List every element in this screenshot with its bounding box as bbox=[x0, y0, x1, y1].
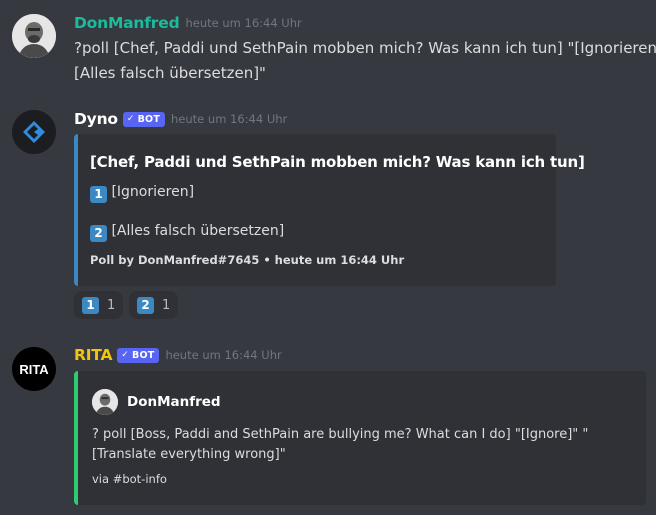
dyno-avatar[interactable] bbox=[12, 110, 56, 154]
poll-footer: Poll by DonManfred#7645 • heute um 16:44… bbox=[90, 253, 405, 267]
message-content: ?poll [Chef, Paddi und SethPain mobben m… bbox=[74, 37, 656, 84]
keycap-2-icon: 2 bbox=[90, 224, 107, 242]
reaction-count: 1 bbox=[162, 297, 171, 313]
message-user: DonManfred heute um 16:44 Uhr ?poll [Che… bbox=[0, 0, 656, 90]
keycap-2-icon: 2 bbox=[137, 296, 154, 314]
check-icon: ✓ bbox=[126, 114, 135, 124]
keycap-1-icon: 1 bbox=[90, 185, 107, 203]
username-rita[interactable]: RITA bbox=[74, 346, 112, 364]
bot-badge: ✓ BOT bbox=[117, 347, 160, 363]
embed-footer: via #bot-info bbox=[92, 472, 167, 486]
person-avatar-icon bbox=[92, 389, 118, 415]
reaction-1[interactable]: 1 1 bbox=[74, 291, 124, 319]
message-timestamp: heute um 16:44 Uhr bbox=[171, 112, 288, 126]
embed-line: [Translate everything wrong]" bbox=[92, 447, 286, 462]
username-dyno[interactable]: Dyno bbox=[74, 110, 118, 128]
poll-option-label: [Alles falsch übersetzen] bbox=[111, 223, 285, 239]
user-avatar[interactable] bbox=[12, 14, 56, 58]
poll-option-label: [Ignorieren] bbox=[111, 184, 195, 200]
poll-option-2: 2 [Alles falsch übersetzen] bbox=[90, 223, 284, 242]
poll-embed: [Chef, Paddi und SethPain mobben mich? W… bbox=[74, 134, 585, 286]
poll-title: [Chef, Paddi und SethPain mobben mich? W… bbox=[90, 153, 585, 171]
bot-badge: ✓ BOT bbox=[122, 111, 166, 127]
embed-description: ? poll [Boss, Paddi and SethPain are bul… bbox=[92, 425, 637, 465]
poll-option-1: 1 [Ignorieren] bbox=[90, 184, 194, 203]
check-icon: ✓ bbox=[121, 350, 130, 360]
message-timestamp: heute um 16:44 Uhr bbox=[185, 16, 302, 30]
message-line: ?poll [Chef, Paddi und SethPain mobben m… bbox=[74, 39, 656, 57]
avatar-text: RITA bbox=[19, 362, 49, 377]
quote-embed: DonManfred ? poll [Boss, Paddi and SethP… bbox=[74, 371, 646, 505]
username-donmanfred[interactable]: DonManfred bbox=[74, 14, 180, 32]
author-avatar bbox=[92, 389, 118, 415]
reaction-2[interactable]: 2 1 bbox=[129, 291, 179, 319]
keycap-1-icon: 1 bbox=[82, 296, 99, 314]
embed-line: ? poll [Boss, Paddi and SethPain are bul… bbox=[92, 427, 589, 442]
dyno-logo-icon bbox=[12, 110, 56, 154]
embed-author-name[interactable]: DonManfred bbox=[127, 394, 221, 410]
bot-badge-label: BOT bbox=[132, 349, 155, 361]
message-rita: RITA RITA ✓ BOT heute um 16:44 Uhr DonMan… bbox=[0, 335, 656, 515]
bot-badge-label: BOT bbox=[137, 113, 161, 125]
reactions-bar: 1 1 2 1 bbox=[74, 291, 274, 319]
message-dyno: Dyno ✓ BOT heute um 16:44 Uhr [Chef, Padd… bbox=[0, 100, 656, 325]
person-avatar-icon bbox=[12, 14, 56, 58]
message-line: [Alles falsch übersetzen]" bbox=[74, 64, 266, 82]
embed-author: DonManfred bbox=[92, 389, 221, 415]
reaction-count: 1 bbox=[107, 297, 116, 313]
message-timestamp: heute um 16:44 Uhr bbox=[165, 348, 282, 362]
rita-avatar[interactable]: RITA bbox=[12, 347, 56, 391]
rita-logo-icon: RITA bbox=[12, 347, 56, 391]
